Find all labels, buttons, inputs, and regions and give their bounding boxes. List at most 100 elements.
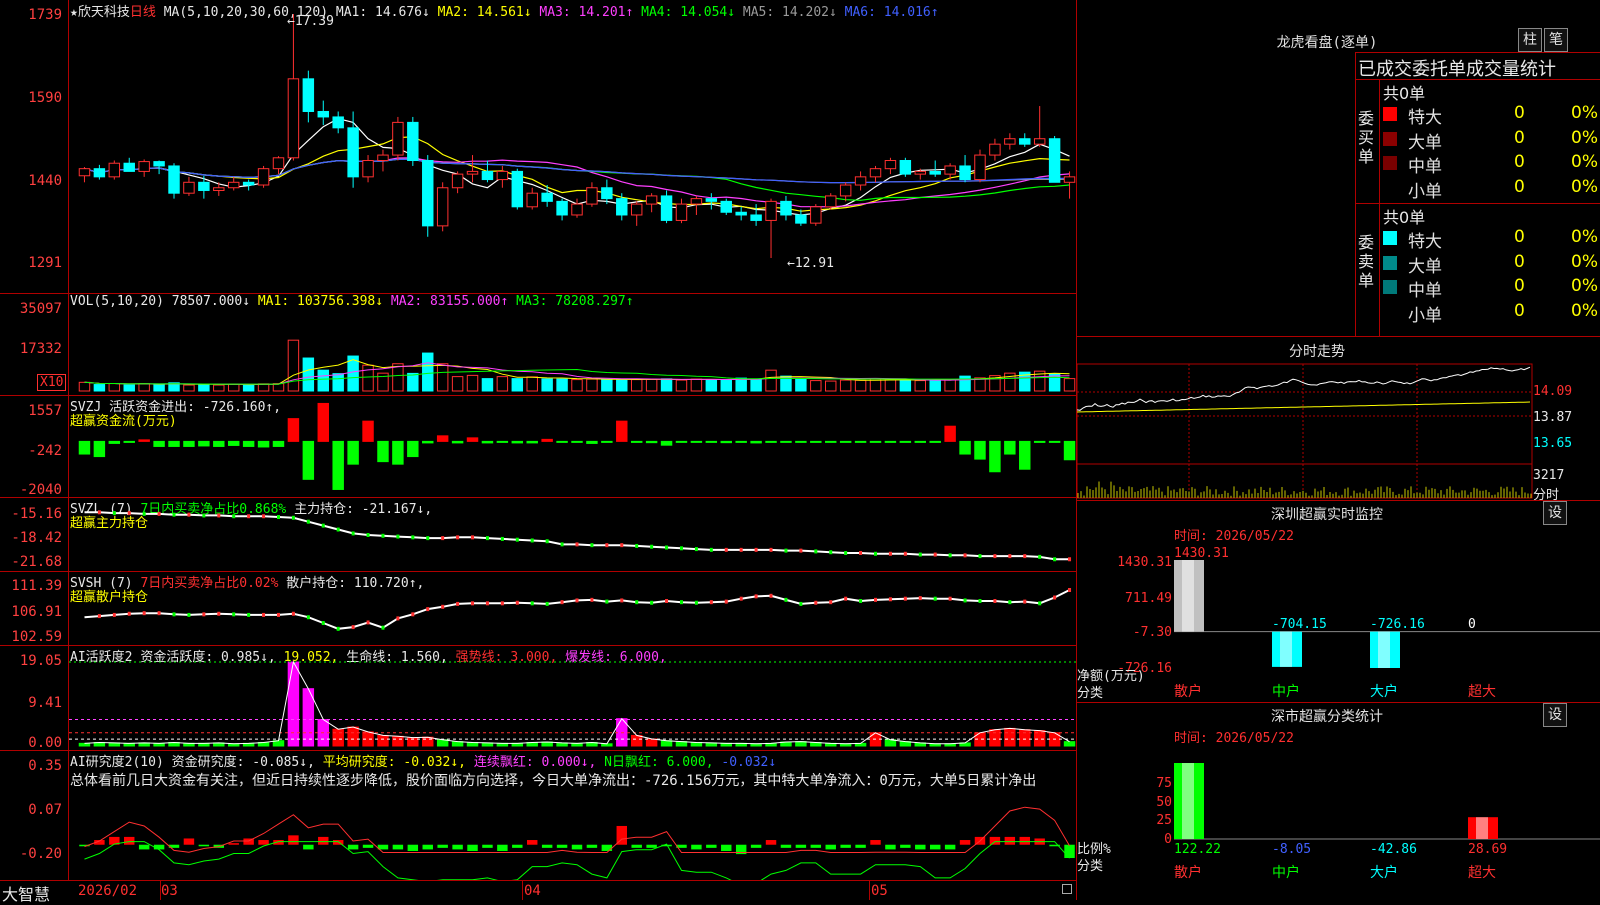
hold-point <box>515 600 519 605</box>
cat-category-label: 中户 <box>1272 864 1300 881</box>
candle-body <box>720 200 732 213</box>
bar-mark <box>705 379 718 392</box>
row-label: 特大 <box>1408 232 1442 252</box>
candle-body <box>959 165 971 181</box>
hold-point <box>262 514 266 519</box>
research-bar <box>721 844 732 851</box>
hold-point <box>1038 554 1042 559</box>
hold-point <box>97 510 101 515</box>
candle-body <box>317 110 329 118</box>
bar-mark <box>630 440 643 443</box>
hold-point <box>605 543 609 548</box>
bar-mark <box>392 440 404 465</box>
cat-value-label: 28.69 <box>1468 842 1507 857</box>
hold-point <box>441 536 445 541</box>
bar-mark <box>660 740 673 747</box>
retail-hold-chart[interactable] <box>69 572 1076 645</box>
research-bar <box>1064 844 1075 859</box>
hold-point <box>262 612 266 617</box>
hold-point <box>590 543 594 548</box>
hold-point <box>784 548 788 553</box>
ai-research-axis-label: -0.20 <box>19 846 62 862</box>
hold-point <box>814 600 818 605</box>
ai-research-v1: 资金研究度: -0.085↓, <box>171 755 315 770</box>
svsh-axis-label: 102.59 <box>11 629 62 645</box>
hold-line <box>84 511 1070 561</box>
cls-settings-button[interactable]: 设 <box>1543 703 1567 727</box>
cat-bar-highlight <box>1476 817 1488 839</box>
hold-point <box>500 536 504 541</box>
hold-point <box>127 511 131 516</box>
bar-mark <box>422 352 434 392</box>
hold-point <box>754 547 758 552</box>
sell-total: 共0单 <box>1383 208 1426 227</box>
hold-point <box>754 594 758 599</box>
ai-research-axis-label: 0.07 <box>28 802 62 818</box>
bar-mark <box>616 420 628 442</box>
candle-body <box>541 192 553 202</box>
hold-point <box>709 600 713 605</box>
hold-point <box>874 597 878 602</box>
bar-mark <box>123 440 135 443</box>
volume-chart[interactable] <box>69 294 1076 395</box>
bar-mark <box>302 440 315 480</box>
hold-point <box>769 547 773 552</box>
candle-body <box>795 214 807 224</box>
hold-point <box>918 596 922 601</box>
hold-point <box>799 601 803 606</box>
main-force-hold-chart[interactable] <box>69 498 1076 571</box>
candle-body <box>377 154 389 162</box>
hold-point <box>1068 557 1072 562</box>
intraday-chart[interactable] <box>1077 362 1600 500</box>
hold-point <box>724 599 728 604</box>
row-count: 0 <box>1514 127 1525 148</box>
bar-mode-button[interactable]: 柱 <box>1518 28 1542 52</box>
research-bar <box>795 844 807 848</box>
bar-mark <box>198 383 210 392</box>
sz-net-chart[interactable]: 1430.31711.49-7.30-726.161430.31-704.15-… <box>1077 540 1600 700</box>
main-chart-area[interactable]: ★欣天科技日线 MA(5,10,20,30,60,120) MA1: 14.67… <box>0 0 1077 904</box>
candle-body <box>735 211 747 216</box>
tick-mode-button[interactable]: 笔 <box>1544 28 1568 52</box>
cat-axis-label: -7.30 <box>1133 625 1172 640</box>
ai-active-chart[interactable] <box>69 646 1076 750</box>
bar-mark <box>974 440 986 460</box>
bar-mark <box>242 440 255 447</box>
research-bar <box>288 835 299 845</box>
hold-point <box>903 596 907 601</box>
sell-row: 小单 0 0% <box>1381 301 1600 326</box>
candle-body <box>496 170 509 181</box>
fund-flow-chart[interactable] <box>69 396 1076 497</box>
bar-mark <box>257 440 270 448</box>
cat-category-label: 中户 <box>1272 683 1300 700</box>
candle-body <box>332 116 344 129</box>
hold-point <box>575 542 579 547</box>
research-bar <box>989 836 1001 845</box>
hold-point <box>859 599 863 604</box>
hold-point <box>1008 600 1012 605</box>
hold-point <box>157 511 161 516</box>
hold-point <box>948 596 952 601</box>
hold-point <box>426 536 430 541</box>
lock-icon[interactable] <box>1062 884 1072 894</box>
candle-body <box>869 168 882 178</box>
sz-settings-button[interactable]: 设 <box>1543 501 1567 525</box>
row-label: 小单 <box>1408 305 1442 326</box>
bar-mark <box>317 369 329 392</box>
candlestick-chart[interactable] <box>69 0 1076 293</box>
row-percent: 0% <box>1571 103 1598 123</box>
ai-research-chart[interactable] <box>69 790 1076 880</box>
candle-body <box>675 203 688 221</box>
hold-point <box>471 601 475 606</box>
hold-point <box>694 600 698 605</box>
cls-ratio-chart[interactable]: 75 50 25 0122.22 -8.05 -42.86 28.69 散户 中户 大户 超大 <box>1077 745 1600 900</box>
candle-body <box>1033 138 1046 145</box>
bar-mark <box>571 440 583 443</box>
research-bar <box>228 843 239 845</box>
research-bar <box>929 844 941 850</box>
research-bar <box>541 844 553 848</box>
bar-mark <box>750 378 762 392</box>
buy-row: 中单 0 0% <box>1381 152 1600 177</box>
hold-point <box>411 535 415 540</box>
hold-point <box>127 611 131 616</box>
